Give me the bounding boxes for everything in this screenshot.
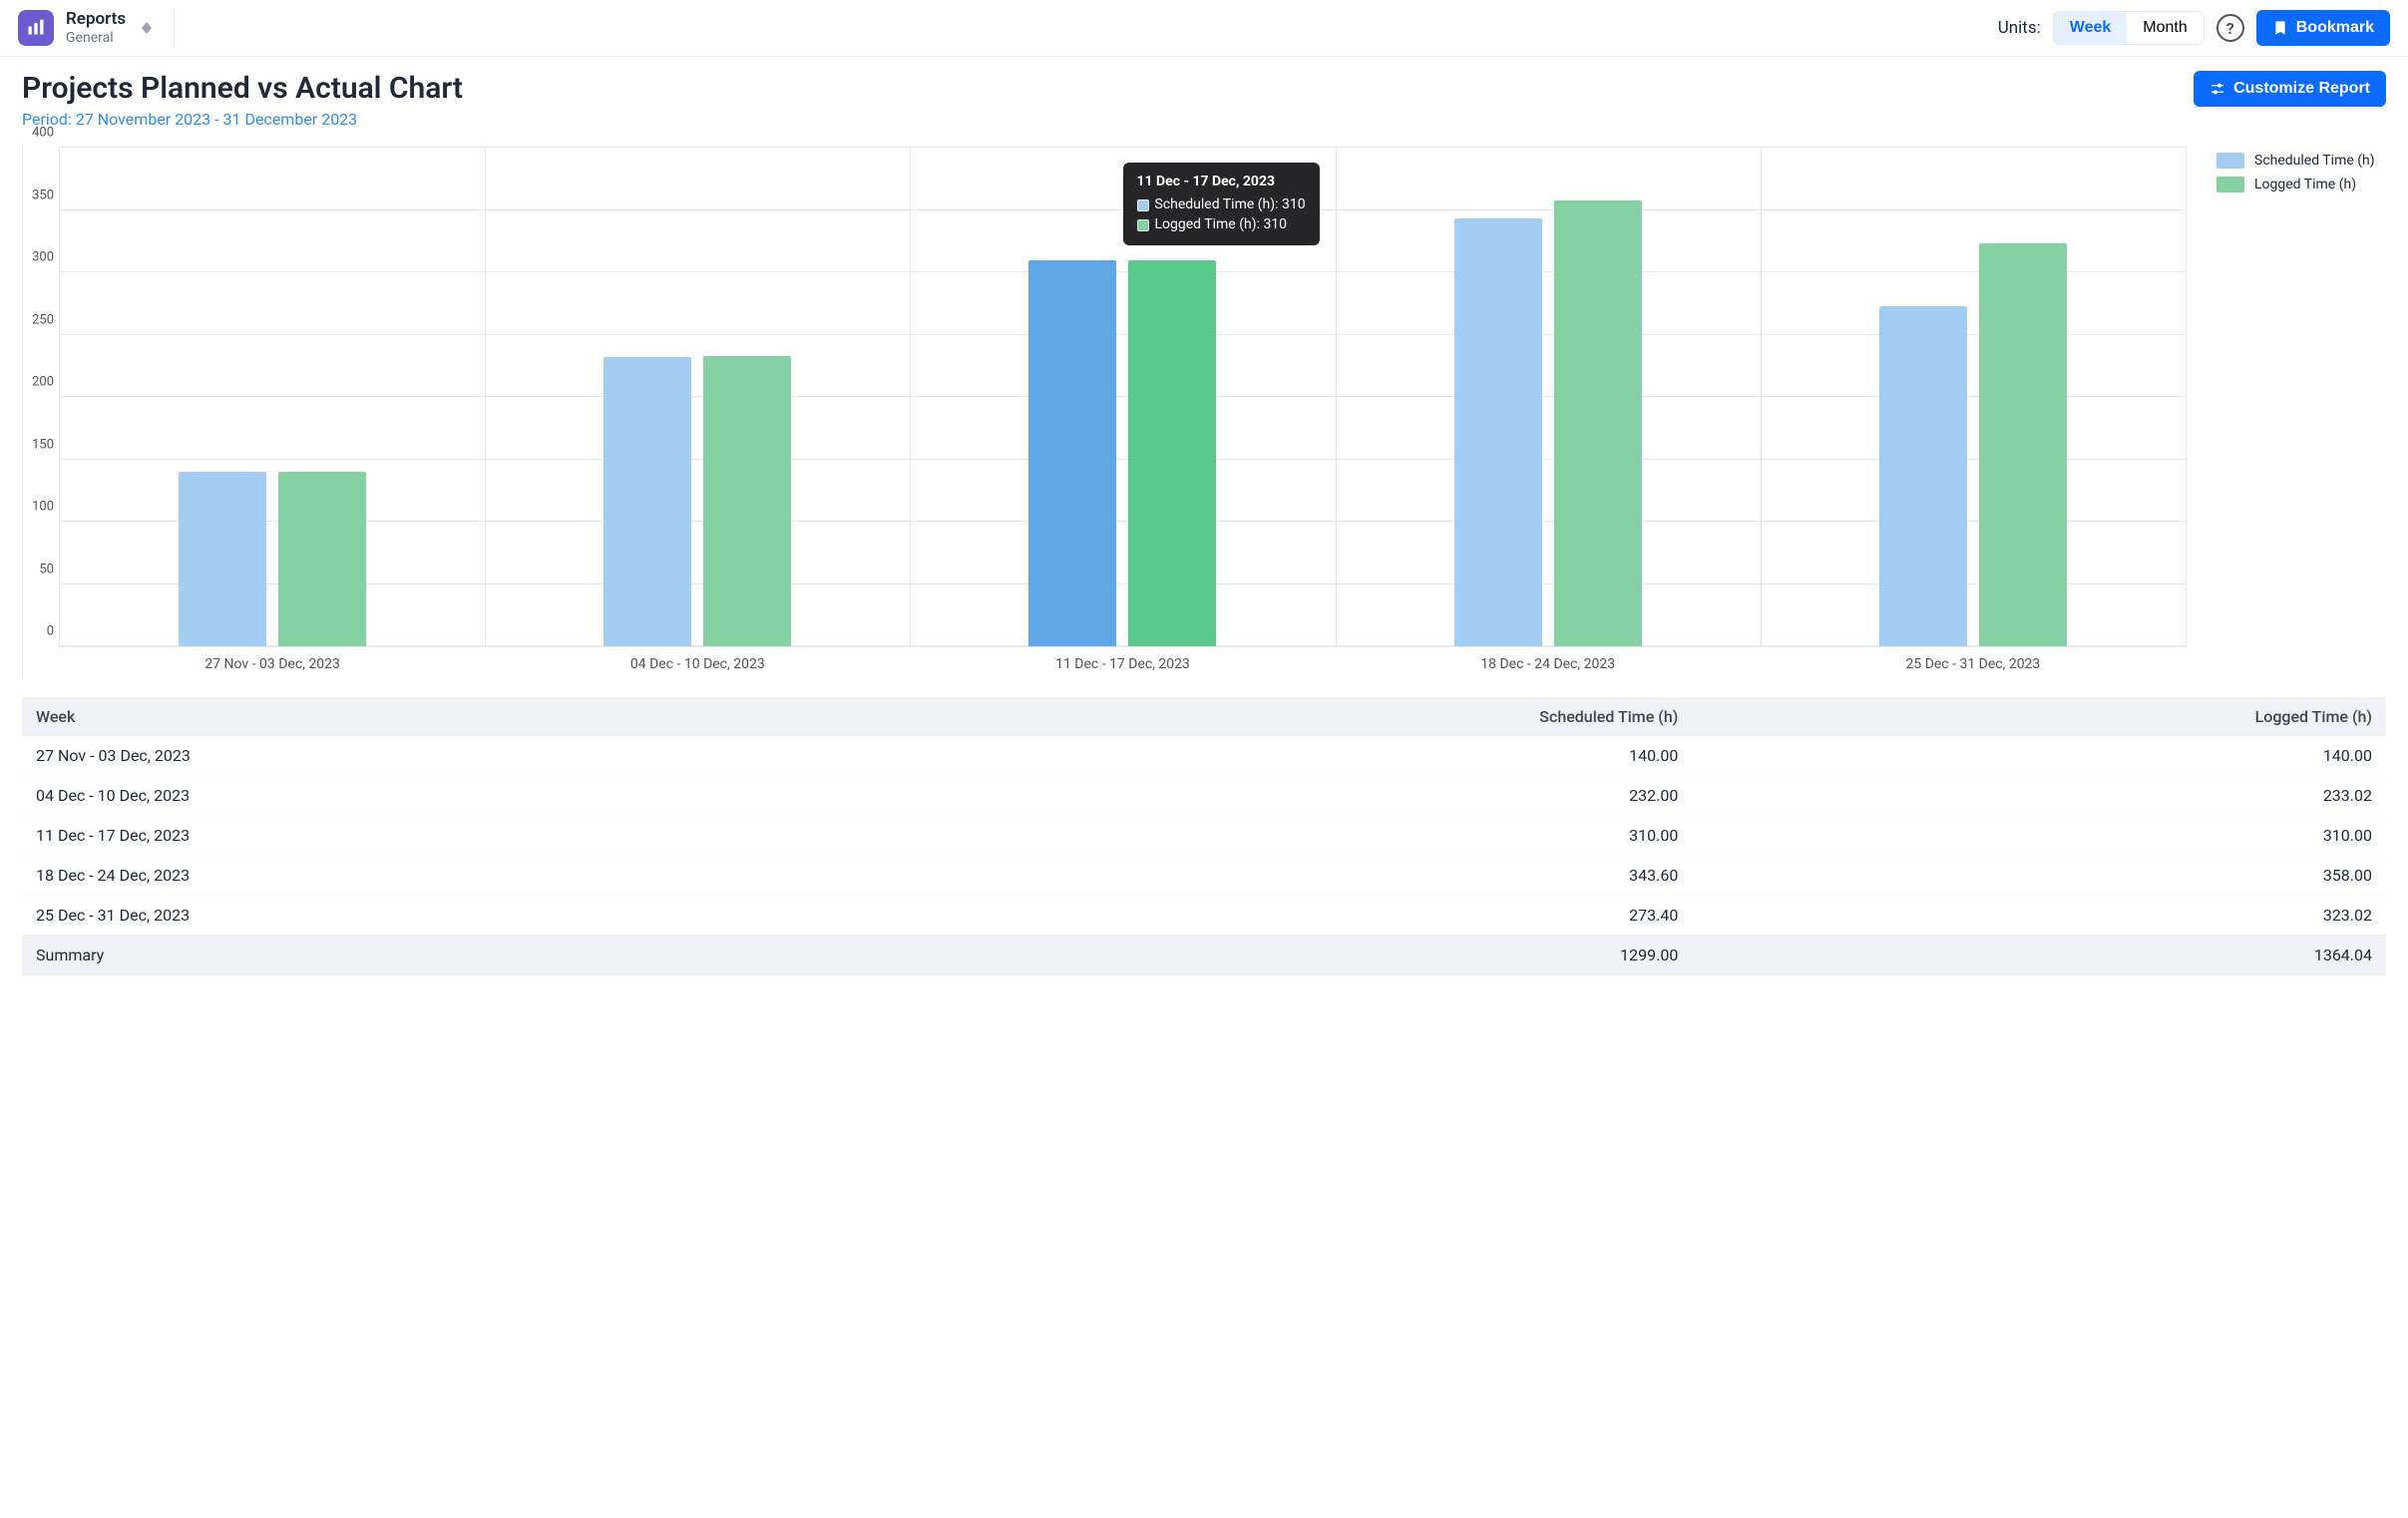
cell-logged: 323.02 [1692, 896, 2386, 936]
customize-report-button[interactable]: Customize Report [2194, 71, 2386, 107]
bar-logged[interactable] [278, 472, 366, 646]
bar-logged[interactable] [1554, 200, 1642, 647]
summary-label: Summary [22, 936, 895, 975]
cell-week: 27 Nov - 03 Dec, 2023 [22, 736, 895, 776]
table-row: 11 Dec - 17 Dec, 2023310.00310.00 [22, 816, 2386, 856]
units-week-button[interactable]: Week [2054, 12, 2128, 44]
bookmark-label: Bookmark [2296, 19, 2374, 37]
customize-label: Customize Report [2233, 80, 2370, 98]
title-block: Projects Planned vs Actual Chart Period:… [22, 71, 463, 129]
col-week: Week [22, 697, 895, 736]
x-tick-label: 18 Dec - 24 Dec, 2023 [1480, 656, 1615, 672]
legend-label-logged: Logged Time (h) [2254, 177, 2356, 192]
y-tick-label: 400 [20, 126, 54, 141]
legend-label-scheduled: Scheduled Time (h) [2254, 153, 2375, 169]
app-switcher[interactable] [142, 22, 152, 34]
cell-scheduled: 140.00 [895, 736, 1692, 776]
period-label: Period: 27 November 2023 - 31 December 2… [22, 110, 463, 129]
cell-logged: 358.00 [1692, 856, 2386, 896]
tooltip-swatch-scheduled [1137, 199, 1149, 211]
chart[interactable]: 05010015020025030035040027 Nov - 03 Dec,… [22, 147, 2187, 675]
bar-logged[interactable] [1128, 260, 1216, 647]
topbar-right: Units: Week Month ? Bookmark [1998, 10, 2390, 46]
table-row: 18 Dec - 24 Dec, 2023343.60358.00 [22, 856, 2386, 896]
y-tick-label: 300 [20, 250, 54, 265]
col-logged: Logged Time (h) [1692, 697, 2386, 736]
table-row: 27 Nov - 03 Dec, 2023140.00140.00 [22, 736, 2386, 776]
bar-scheduled[interactable] [1454, 218, 1542, 646]
bar-scheduled[interactable] [1879, 306, 1967, 646]
separator [174, 11, 175, 45]
bar-scheduled[interactable] [1028, 260, 1116, 647]
table-row: 25 Dec - 31 Dec, 2023273.40323.02 [22, 896, 2386, 936]
table-header-row: Week Scheduled Time (h) Logged Time (h) [22, 697, 2386, 736]
x-tick-label: 04 Dec - 10 Dec, 2023 [630, 656, 765, 672]
legend-swatch-scheduled [2216, 153, 2244, 169]
x-tick-label: 27 Nov - 03 Dec, 2023 [204, 656, 340, 672]
cell-scheduled: 232.00 [895, 776, 1692, 816]
bar-logged[interactable] [703, 356, 791, 646]
title-row: Projects Planned vs Actual Chart Period:… [22, 71, 2386, 129]
cell-week: 11 Dec - 17 Dec, 2023 [22, 816, 895, 856]
y-tick-label: 0 [20, 624, 54, 639]
tooltip-title: 11 Dec - 17 Dec, 2023 [1137, 173, 1306, 192]
topbar-left: Reports General [18, 10, 175, 46]
topbar: Reports General Units: Week Month ? Book… [0, 0, 2408, 57]
cell-logged: 140.00 [1692, 736, 2386, 776]
app-icon [18, 10, 54, 46]
bar-logged[interactable] [1979, 243, 2067, 646]
y-tick-label: 250 [20, 312, 54, 327]
chart-tooltip: 11 Dec - 17 Dec, 2023 Scheduled Time (h)… [1123, 163, 1320, 245]
app-subtitle: General [66, 31, 126, 46]
sliders-icon [2209, 81, 2225, 97]
app-title: Reports [66, 10, 126, 29]
bookmark-button[interactable]: Bookmark [2256, 10, 2390, 46]
help-icon[interactable]: ? [2216, 14, 2244, 42]
units-toggle: Week Month [2053, 11, 2205, 45]
y-tick-label: 150 [20, 437, 54, 452]
bar-group[interactable] [60, 148, 485, 646]
chart-legend: Scheduled Time (h) Logged Time (h) [2216, 147, 2386, 675]
tooltip-swatch-logged [1137, 219, 1149, 231]
cell-logged: 233.02 [1692, 776, 2386, 816]
col-scheduled: Scheduled Time (h) [895, 697, 1692, 736]
x-tick-label: 25 Dec - 31 Dec, 2023 [1905, 656, 2040, 672]
cell-scheduled: 343.60 [895, 856, 1692, 896]
legend-logged[interactable]: Logged Time (h) [2216, 177, 2386, 192]
plot-area: 05010015020025030035040027 Nov - 03 Dec,… [59, 147, 2187, 647]
cell-scheduled: 273.40 [895, 896, 1692, 936]
summary-logged: 1364.04 [1692, 936, 2386, 975]
bar-group[interactable] [1761, 148, 2186, 646]
bar-group[interactable] [485, 148, 910, 646]
y-tick-label: 50 [20, 562, 54, 576]
page: Projects Planned vs Actual Chart Period:… [0, 57, 2408, 999]
cell-week: 25 Dec - 31 Dec, 2023 [22, 896, 895, 936]
data-table: Week Scheduled Time (h) Logged Time (h) … [22, 697, 2386, 975]
cell-week: 18 Dec - 24 Dec, 2023 [22, 856, 895, 896]
app-label: Reports General [66, 10, 126, 46]
y-tick-label: 200 [20, 375, 54, 390]
y-tick-label: 350 [20, 188, 54, 202]
bar-scheduled[interactable] [179, 472, 266, 646]
cell-week: 04 Dec - 10 Dec, 2023 [22, 776, 895, 816]
tooltip-line-logged: Logged Time (h): 310 [1155, 215, 1288, 235]
tooltip-line-scheduled: Scheduled Time (h): 310 [1155, 195, 1306, 215]
legend-swatch-logged [2216, 177, 2244, 192]
bar-group[interactable] [1336, 148, 1761, 646]
bar-scheduled[interactable] [603, 357, 691, 646]
cell-scheduled: 310.00 [895, 816, 1692, 856]
x-tick-label: 11 Dec - 17 Dec, 2023 [1055, 656, 1190, 672]
cell-logged: 310.00 [1692, 816, 2386, 856]
page-title: Projects Planned vs Actual Chart [22, 71, 463, 106]
summary-row: Summary1299.001364.04 [22, 936, 2386, 975]
bookmark-icon [2272, 20, 2288, 36]
table-row: 04 Dec - 10 Dec, 2023232.00233.02 [22, 776, 2386, 816]
legend-scheduled[interactable]: Scheduled Time (h) [2216, 153, 2386, 169]
chart-wrap: 05010015020025030035040027 Nov - 03 Dec,… [22, 147, 2386, 675]
units-label: Units: [1998, 18, 2041, 38]
y-tick-label: 100 [20, 500, 54, 515]
units-month-button[interactable]: Month [2127, 12, 2203, 44]
summary-scheduled: 1299.00 [895, 936, 1692, 975]
chevron-down-icon [142, 28, 152, 34]
